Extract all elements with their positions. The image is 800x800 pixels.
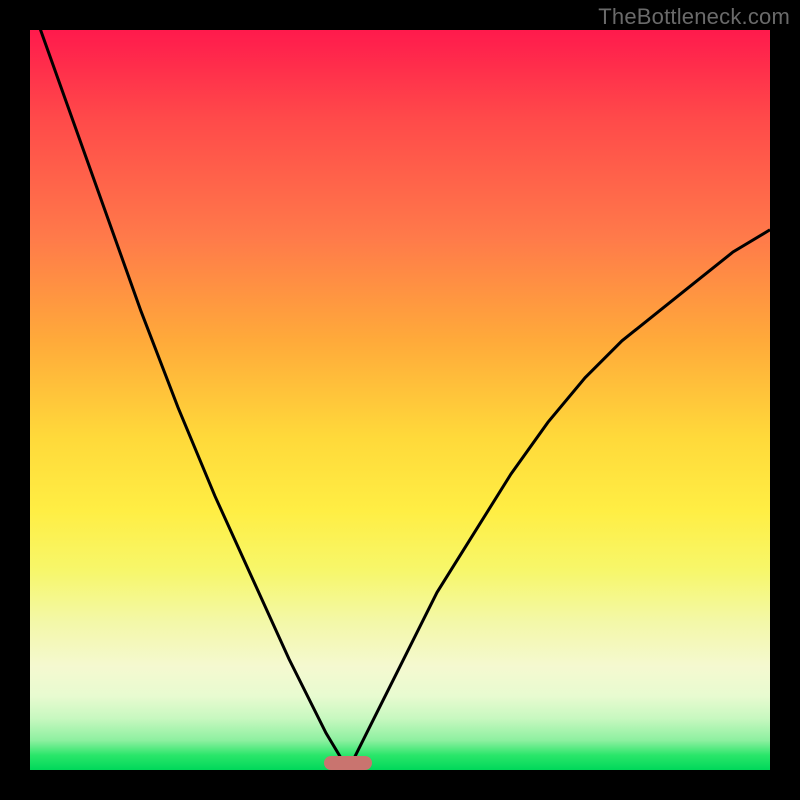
optimal-marker <box>324 756 372 770</box>
right-branch-path <box>348 230 770 770</box>
watermark-label: TheBottleneck.com <box>598 4 790 30</box>
left-branch-path <box>30 30 348 770</box>
plot-area <box>30 30 770 770</box>
curve-svg <box>30 30 770 770</box>
